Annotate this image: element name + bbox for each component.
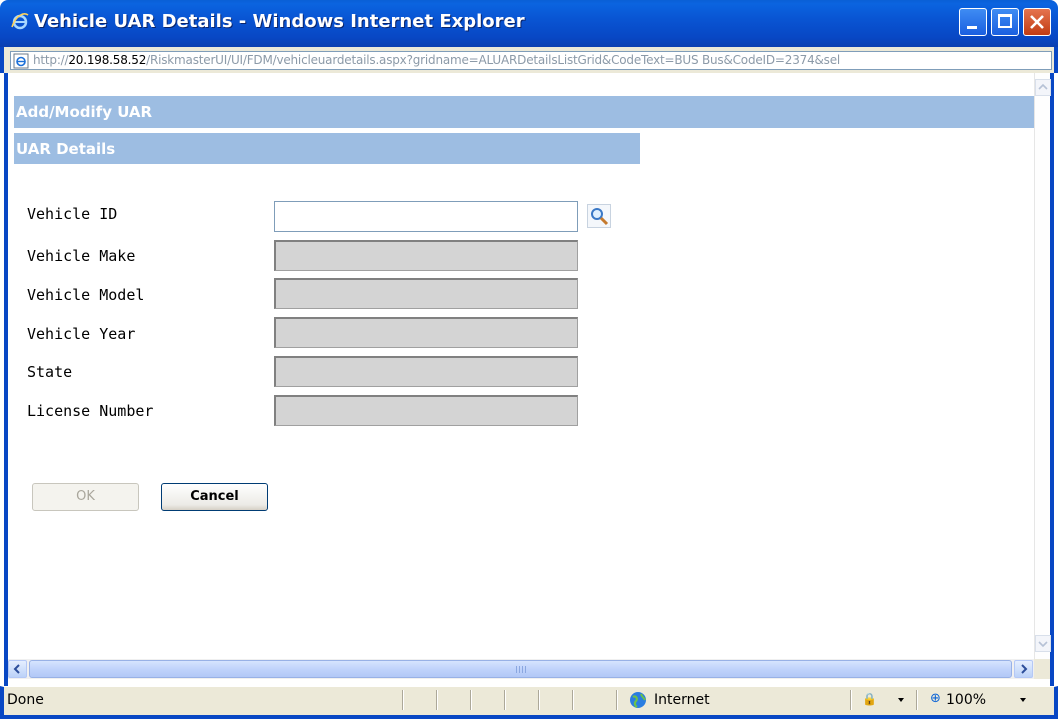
minimize-button[interactable] xyxy=(959,8,987,36)
state-label: State xyxy=(27,363,73,381)
address-field[interactable]: http://20.198.58.52/RiskmasterUI/UI/FDM/… xyxy=(10,51,1052,70)
vehicle-id-label: Vehicle ID xyxy=(27,205,118,223)
chevron-left-icon xyxy=(13,664,20,674)
status-bar: Done Internet 🔒 ⊕ 100% xyxy=(0,686,1058,719)
window-title: Vehicle UAR Details - Windows Internet E… xyxy=(34,11,525,32)
status-divider xyxy=(538,690,540,710)
chevron-down-icon[interactable] xyxy=(1020,698,1026,702)
scroll-left-button[interactable] xyxy=(8,660,27,678)
status-divider xyxy=(850,690,852,710)
vehicle-model-label: Vehicle Model xyxy=(27,286,145,304)
close-button[interactable] xyxy=(1023,8,1051,36)
security-zone[interactable]: Internet xyxy=(654,692,710,708)
status-divider xyxy=(916,690,918,710)
vehicle-make-label: Vehicle Make xyxy=(27,247,136,265)
license-number-input xyxy=(274,395,578,426)
browser-viewport: Add/Modify UAR UAR Details Vehicle ID Ve… xyxy=(4,73,1054,686)
address-scheme: http:// xyxy=(33,53,69,67)
vehicle-year-label: Vehicle Year xyxy=(27,325,136,343)
magnifier-icon[interactable] xyxy=(587,204,611,228)
uar-form: Vehicle ID Vehicle Make Vehicle Model Ve… xyxy=(18,73,1030,659)
license-number-label: License Number xyxy=(27,402,154,420)
zoom-icon: ⊕ xyxy=(930,691,941,706)
close-icon xyxy=(1030,15,1044,29)
status-divider xyxy=(572,690,574,710)
globe-icon xyxy=(630,692,646,708)
maximize-icon xyxy=(998,14,1012,28)
vehicle-year-input xyxy=(274,317,578,348)
protected-mode-icon[interactable]: 🔒 xyxy=(862,692,877,706)
vehicle-model-input xyxy=(274,278,578,309)
status-divider xyxy=(470,690,472,710)
window-titlebar[interactable]: Vehicle UAR Details - Windows Internet E… xyxy=(0,0,1058,47)
chevron-down-icon[interactable] xyxy=(898,698,904,702)
vehicle-make-input xyxy=(274,240,578,271)
vertical-scrollbar[interactable] xyxy=(1034,73,1051,659)
status-divider xyxy=(504,690,506,710)
scroll-up-button[interactable] xyxy=(1035,79,1051,96)
ie-logo-icon xyxy=(11,13,29,30)
zoom-level[interactable]: 100% xyxy=(946,692,986,708)
address-host: 20.198.58.52 xyxy=(68,53,147,67)
chevron-right-icon xyxy=(1021,664,1028,674)
status-divider xyxy=(402,690,404,710)
status-divider xyxy=(616,690,618,710)
maximize-button[interactable] xyxy=(991,8,1019,36)
grip-icon xyxy=(516,666,527,673)
cancel-button[interactable]: Cancel xyxy=(161,483,268,511)
horizontal-scroll-thumb[interactable] xyxy=(29,660,1012,678)
chevron-up-icon xyxy=(1038,83,1048,90)
state-input xyxy=(274,356,578,387)
status-text: Done xyxy=(7,692,44,708)
chevron-down-icon xyxy=(1038,641,1048,648)
scroll-corner xyxy=(1034,659,1050,679)
vehicle-id-input[interactable] xyxy=(274,201,578,232)
address-path: /RiskmasterUI/UI/FDM/vehicleuardetails.a… xyxy=(146,53,841,67)
page-icon xyxy=(13,53,29,69)
minimize-icon xyxy=(967,26,977,29)
scroll-down-button[interactable] xyxy=(1035,635,1051,652)
scroll-right-button[interactable] xyxy=(1014,660,1033,678)
ok-button[interactable]: OK xyxy=(32,483,139,511)
status-divider xyxy=(436,690,438,710)
address-text: http://20.198.58.52/RiskmasterUI/UI/FDM/… xyxy=(33,53,840,67)
address-bar: http://20.198.58.52/RiskmasterUI/UI/FDM/… xyxy=(0,47,1058,73)
horizontal-scrollbar[interactable] xyxy=(8,659,1034,679)
